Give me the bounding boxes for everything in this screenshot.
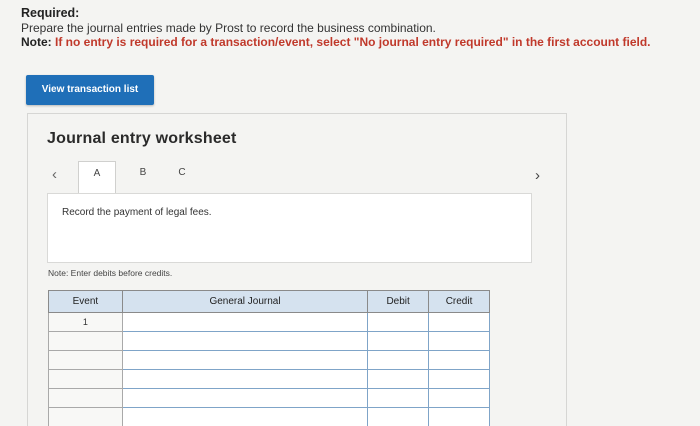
column-header-event: Event [48, 290, 123, 313]
chevron-left-icon[interactable]: ‹ [52, 166, 57, 183]
event-cell [48, 350, 123, 370]
account-input[interactable] [122, 313, 368, 331]
debit-input[interactable] [368, 389, 429, 407]
account-select[interactable] [121, 369, 369, 389]
tab-b[interactable]: B [124, 161, 162, 194]
table-row [48, 350, 490, 370]
credit-cell[interactable] [428, 369, 490, 389]
debit-cell[interactable] [367, 331, 430, 351]
credit-input[interactable] [429, 351, 489, 369]
credit-cell[interactable] [428, 331, 490, 351]
credit-input[interactable] [429, 408, 489, 426]
transaction-description: Record the payment of legal fees. [62, 207, 212, 218]
instructions-block: Required: Prepare the journal entries ma… [21, 6, 691, 50]
debit-cell[interactable] [367, 407, 430, 426]
debit-input[interactable] [368, 370, 429, 388]
debit-input[interactable] [368, 332, 429, 350]
column-header-credit: Credit [428, 290, 490, 313]
account-select[interactable] [121, 350, 369, 370]
debit-input[interactable] [368, 408, 429, 426]
credit-input[interactable] [429, 370, 489, 388]
account-input[interactable] [122, 408, 368, 426]
event-cell: 1 [48, 312, 123, 332]
credit-input[interactable] [429, 389, 489, 407]
credit-cell[interactable] [428, 350, 490, 370]
table-row [48, 388, 490, 408]
tab-a[interactable]: A [78, 161, 116, 194]
table-header-row: Event General Journal Debit Credit [48, 290, 490, 313]
note-prefix: Note: [21, 35, 52, 49]
note-line: Note: If no entry is required for a tran… [21, 35, 691, 50]
transaction-description-box: Record the payment of legal fees. [47, 193, 532, 263]
debit-cell[interactable] [367, 388, 430, 408]
account-select[interactable] [121, 388, 369, 408]
chevron-right-icon[interactable]: › [535, 167, 540, 184]
instruction-text: Prepare the journal entries made by Pros… [21, 21, 436, 35]
table-row [48, 331, 490, 351]
debit-input[interactable] [368, 313, 429, 331]
account-select[interactable] [121, 331, 369, 351]
debit-cell[interactable] [367, 369, 430, 389]
table-row: 1 [48, 312, 490, 332]
account-input[interactable] [122, 389, 368, 407]
journal-entry-worksheet: Journal entry worksheet ‹ A B C › Record… [27, 113, 567, 426]
debit-cell[interactable] [367, 350, 430, 370]
account-input[interactable] [122, 351, 368, 369]
account-select[interactable] [121, 312, 369, 332]
credit-cell[interactable] [428, 407, 490, 426]
column-header-general-journal: General Journal [121, 290, 369, 313]
view-transaction-list-button[interactable]: View transaction list [26, 75, 154, 105]
tab-c[interactable]: C [163, 161, 201, 194]
event-cell [48, 407, 123, 426]
note-text: If no entry is required for a transactio… [55, 35, 651, 49]
event-cell [48, 369, 123, 389]
table-row [48, 369, 490, 389]
debit-credit-note: Note: Enter debits before credits. [48, 268, 173, 278]
journal-table: Event General Journal Debit Credit 1 [48, 290, 490, 426]
debit-cell[interactable] [367, 312, 430, 332]
account-input[interactable] [122, 370, 368, 388]
column-header-debit: Debit [367, 290, 430, 313]
table-row [48, 407, 490, 426]
event-cell [48, 388, 123, 408]
required-heading: Required: [21, 6, 80, 20]
debit-input[interactable] [368, 351, 429, 369]
account-input[interactable] [122, 332, 368, 350]
credit-cell[interactable] [428, 388, 490, 408]
account-select[interactable] [121, 407, 369, 426]
credit-cell[interactable] [428, 312, 490, 332]
credit-input[interactable] [429, 332, 489, 350]
event-cell [48, 331, 123, 351]
credit-input[interactable] [429, 313, 489, 331]
worksheet-title: Journal entry worksheet [47, 130, 237, 147]
worksheet-tabs: ‹ A B C › [28, 158, 566, 194]
